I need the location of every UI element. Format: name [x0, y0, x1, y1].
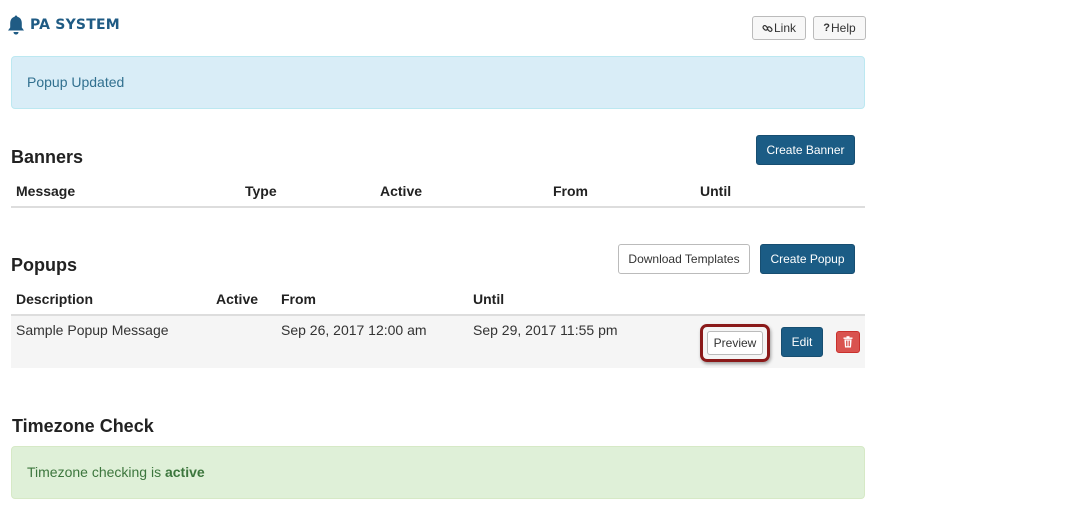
banners-col-until: Until	[700, 183, 732, 199]
delete-button[interactable]	[836, 331, 860, 353]
edit-button[interactable]: Edit	[781, 327, 823, 357]
link-label: Link	[773, 21, 796, 35]
link-button[interactable]: Link	[752, 16, 806, 40]
timezone-message: Timezone checking is	[27, 464, 162, 480]
help-label: Help	[831, 21, 856, 35]
create-popup-button[interactable]: Create Popup	[760, 244, 855, 274]
banners-col-from: From	[553, 183, 588, 199]
bell-icon	[8, 15, 24, 35]
preview-button[interactable]: Preview	[707, 331, 763, 355]
popups-col-description: Description	[16, 291, 94, 307]
timezone-alert: Timezone checking is active	[11, 446, 865, 499]
timezone-heading: Timezone Check	[12, 416, 154, 436]
trash-icon	[843, 336, 853, 348]
app-header: PA SYSTEM	[6, 14, 120, 36]
preview-highlight: Preview	[700, 324, 770, 362]
banners-heading: Banners	[11, 147, 84, 167]
popup-until: Sep 29, 2017 11:55 pm	[473, 322, 618, 338]
timezone-status: active	[164, 464, 205, 480]
popups-col-until: Until	[473, 291, 505, 307]
popup-description: Sample Popup Message	[16, 322, 169, 338]
popups-col-from: From	[281, 291, 316, 307]
banners-col-type: Type	[245, 183, 277, 199]
popup-from: Sep 26, 2017 12:00 am	[281, 322, 427, 338]
download-templates-button[interactable]: Download Templates	[618, 244, 750, 274]
create-banner-button[interactable]: Create Banner	[756, 135, 855, 165]
banners-col-active: Active	[380, 183, 423, 199]
popups-col-active: Active	[216, 291, 259, 307]
banners-col-message: Message	[16, 183, 76, 199]
link-icon	[762, 24, 773, 32]
alert-message: Popup Updated	[27, 74, 125, 90]
popup-updated-alert: Popup Updated	[11, 56, 865, 109]
banners-header-divider	[11, 206, 865, 208]
question-icon: ?	[823, 22, 831, 34]
app-title: PA SYSTEM	[30, 17, 120, 33]
popups-heading: Popups	[11, 255, 77, 275]
help-button[interactable]: ? Help	[813, 16, 866, 40]
